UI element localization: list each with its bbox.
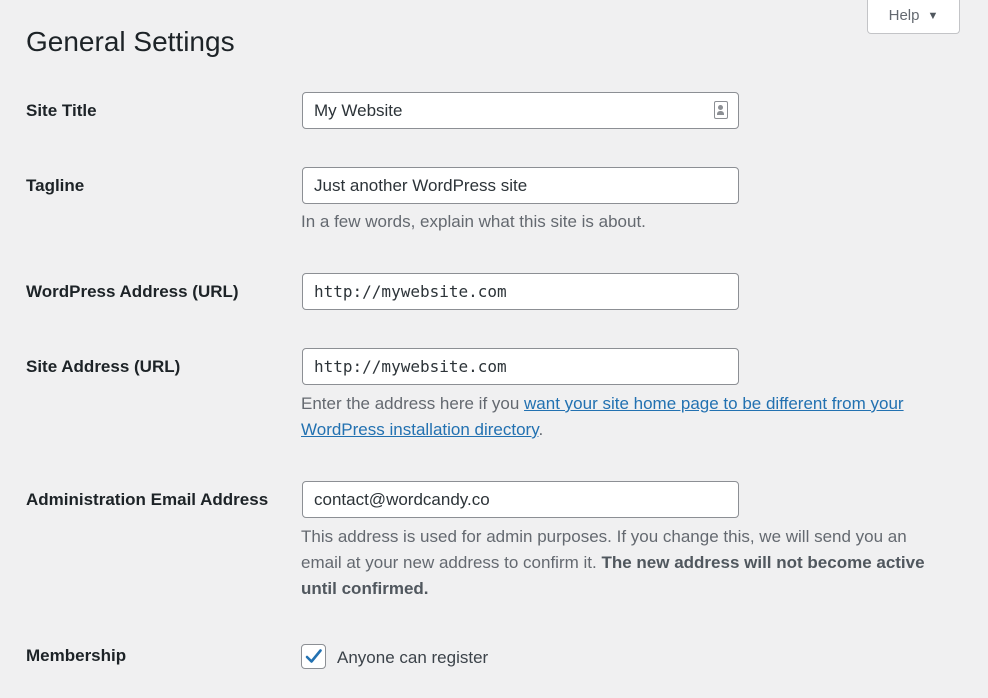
site-address-input[interactable]	[302, 348, 739, 385]
site-title-label: Site Title	[26, 101, 97, 120]
checkmark-icon	[305, 649, 322, 663]
wordpress-address-label: WordPress Address (URL)	[26, 282, 239, 301]
site-title-input[interactable]	[302, 92, 739, 129]
help-label: Help	[888, 7, 920, 24]
site-address-description: Enter the address here if you want your …	[301, 391, 931, 443]
triangle-down-icon: ▼	[927, 10, 939, 22]
tagline-description: In a few words, explain what this site i…	[301, 212, 646, 231]
membership-checkbox-label[interactable]: Anyone can register	[337, 647, 488, 669]
tagline-input[interactable]	[302, 167, 739, 204]
admin-email-label: Administration Email Address	[26, 490, 269, 509]
contact-card-icon[interactable]	[714, 101, 728, 119]
general-settings-page: Help ▼ General Settings Site Title Tagli…	[0, 0, 988, 698]
site-title-field-wrap	[302, 92, 739, 129]
wordpress-address-input[interactable]	[302, 273, 739, 310]
site-address-label: Site Address (URL)	[26, 357, 181, 376]
admin-email-input[interactable]	[302, 481, 739, 518]
help-button[interactable]: Help ▼	[867, 0, 960, 34]
membership-checkbox[interactable]	[301, 644, 326, 669]
site-address-description-prefix: Enter the address here if you	[301, 394, 525, 413]
tagline-label: Tagline	[26, 176, 85, 195]
membership-label: Membership	[26, 646, 127, 665]
page-title: General Settings	[26, 26, 235, 57]
admin-email-description: This address is used for admin purposes.…	[301, 524, 931, 602]
site-address-description-suffix: .	[538, 420, 544, 439]
